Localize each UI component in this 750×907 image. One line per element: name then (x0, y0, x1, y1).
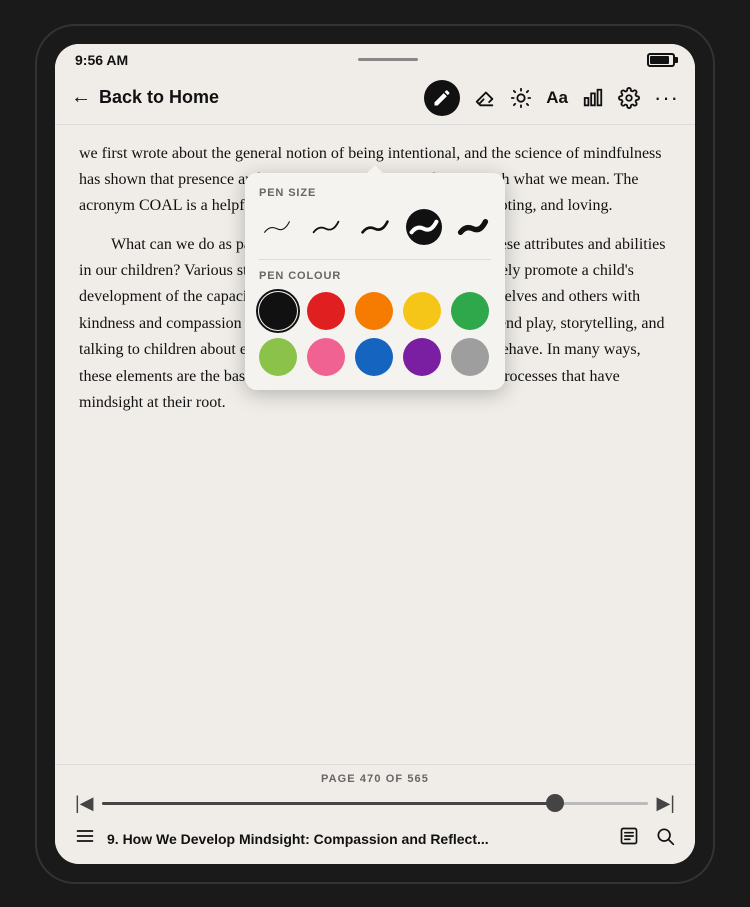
pen-size-lg[interactable] (406, 209, 442, 245)
font-settings-button[interactable]: Aa (546, 88, 568, 108)
pen-tool-button[interactable] (424, 80, 460, 116)
nav-bar: ← Back to Home (55, 72, 695, 125)
pen-size-xl[interactable] (455, 209, 491, 245)
pen-colour-label: PEN COLOUR (259, 270, 491, 282)
notch-line (358, 58, 418, 61)
nav-right: Aa ··· (424, 80, 679, 116)
brightness-button[interactable] (510, 87, 532, 109)
popup-divider (259, 259, 491, 260)
bottom-nav-right (619, 826, 675, 852)
popup-arrow (367, 165, 383, 173)
bottom-nav: 9. How We Develop Mindsight: Compassion … (75, 822, 675, 856)
battery-fill (650, 56, 669, 64)
eraser-tool-button[interactable] (474, 87, 496, 109)
color-grid (259, 292, 491, 376)
color-blue[interactable] (355, 338, 393, 376)
pen-size-sm[interactable] (308, 209, 344, 245)
progress-track[interactable] (102, 802, 649, 805)
device-screen: 9:56 AM ← Back to Home (55, 44, 695, 864)
page-indicator: PAGE 470 OF 565 (75, 773, 675, 785)
progress-fill (102, 802, 556, 805)
more-options-button[interactable]: ··· (654, 85, 679, 111)
color-orange[interactable] (355, 292, 393, 330)
status-time: 9:56 AM (75, 52, 128, 68)
pen-size-label: PEN SIZE (259, 187, 491, 199)
bottom-nav-left: 9. How We Develop Mindsight: Compassion … (75, 826, 489, 852)
stats-button[interactable] (582, 87, 604, 109)
content-area: we first wrote about the general notion … (55, 125, 695, 764)
color-red[interactable] (307, 292, 345, 330)
search-icon[interactable] (655, 826, 675, 852)
color-green[interactable] (451, 292, 489, 330)
battery-icon (647, 53, 675, 67)
status-bar: 9:56 AM (55, 44, 695, 72)
color-lime[interactable] (259, 338, 297, 376)
pen-size-options (259, 209, 491, 245)
color-gray[interactable] (451, 338, 489, 376)
nav-left: ← Back to Home (71, 86, 219, 109)
color-purple[interactable] (403, 338, 441, 376)
pen-size-xs[interactable] (259, 209, 295, 245)
toc-icon[interactable] (75, 826, 95, 852)
device-frame: 9:56 AM ← Back to Home (35, 24, 715, 884)
settings-button[interactable] (618, 87, 640, 109)
chapter-title: 9. How We Develop Mindsight: Compassion … (107, 831, 489, 847)
prev-page-button[interactable]: |◀ (75, 793, 94, 814)
pen-size-md[interactable] (357, 209, 393, 245)
progress-thumb[interactable] (546, 794, 564, 812)
back-arrow-icon[interactable]: ← (71, 86, 91, 109)
pen-options-popup: PEN SIZE (245, 173, 505, 390)
color-pink[interactable] (307, 338, 345, 376)
color-yellow[interactable] (403, 292, 441, 330)
pen-icon (432, 88, 452, 108)
notes-icon[interactable] (619, 826, 639, 852)
status-right (647, 53, 675, 67)
next-page-button[interactable]: ▶| (656, 793, 675, 814)
color-black[interactable] (259, 292, 297, 330)
nav-title: Back to Home (99, 87, 219, 108)
progress-bar-container: |◀ ▶| (75, 793, 675, 814)
bottom-bar: PAGE 470 OF 565 |◀ ▶| (55, 764, 695, 864)
